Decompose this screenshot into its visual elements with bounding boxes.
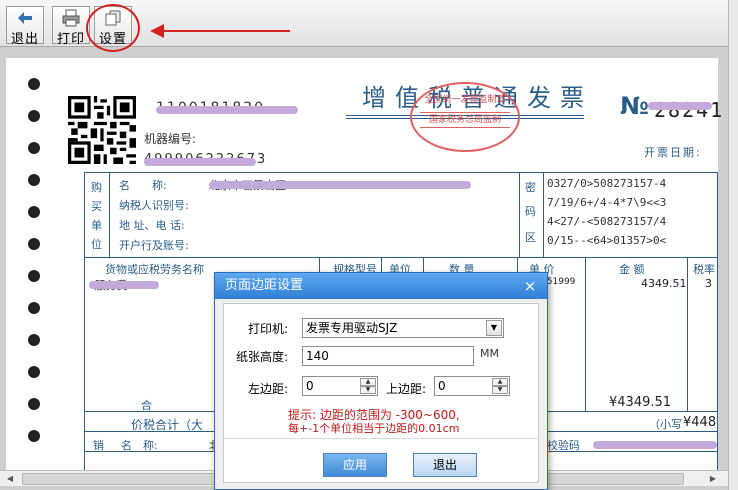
paper-height-input[interactable]	[302, 346, 474, 366]
spin-down-icon[interactable]: ▼	[492, 386, 508, 394]
grand-total-label: 价税合计（大	[131, 418, 204, 432]
small-amount-label: （小写	[649, 418, 682, 431]
print-button-label: 打印	[56, 32, 85, 47]
total-amount: ¥4349.51	[609, 395, 672, 410]
buyer-bank-label: 开户行及账号:	[119, 239, 189, 252]
buyer-taxid-label: 纳税人识别号:	[119, 199, 189, 212]
feed-hole	[28, 398, 40, 410]
redaction-mark	[89, 281, 159, 289]
buyer-side-char: 买	[91, 200, 102, 213]
buyer-name-label: 名 称:	[119, 179, 167, 192]
highlight-circle	[86, 4, 140, 52]
feed-hole	[28, 174, 40, 186]
machine-no-label: 机器编号:	[144, 132, 197, 146]
feed-hole	[28, 142, 40, 154]
cipher-side-char: 密	[525, 181, 536, 194]
dialog-divider	[224, 438, 538, 439]
buyer-side-char: 单	[91, 219, 102, 232]
printer-select-value: 发票专用驱动SJZ	[306, 321, 398, 335]
scroll-right-arrow-icon[interactable]: ▶	[706, 473, 720, 484]
feed-hole	[28, 78, 40, 90]
col-header-amount: 金 额	[619, 263, 645, 276]
left-margin-value: 0	[306, 379, 314, 393]
back-arrow-icon	[7, 9, 43, 27]
margin-settings-dialog: 页面边距设置 × 打印机: 发票专用驱动SJZ ▼ 纸张高度: MM 左边距: …	[214, 272, 548, 490]
top-margin-label: 上边距:	[386, 382, 427, 396]
annotation-arrow-line	[162, 30, 290, 32]
total-label: 合	[141, 399, 152, 412]
top-margin-stepper[interactable]: 0 ▲ ▼	[434, 376, 510, 396]
top-margin-value: 0	[438, 379, 446, 393]
col-header-tax-rate: 税率	[693, 263, 715, 276]
col-header-name: 货物或应税劳务名称	[105, 263, 204, 276]
feed-hole	[28, 366, 40, 378]
redaction-mark	[144, 158, 256, 166]
redaction-mark	[209, 181, 471, 189]
printer-label: 打印机:	[248, 322, 289, 336]
buyer-address-label: 地 址、电 话:	[119, 219, 185, 232]
seller-side-char: 销	[93, 439, 104, 452]
left-margin-stepper[interactable]: 0 ▲ ▼	[302, 376, 378, 396]
hint-line-2: 每+-1个单位相当于边距的0.01cm	[288, 422, 460, 435]
check-code-label: 校验码	[547, 439, 580, 452]
spin-up-icon[interactable]: ▲	[492, 378, 508, 386]
printer-select[interactable]: 发票专用驱动SJZ ▼	[302, 318, 504, 338]
issue-date-label: 开票日期:	[644, 146, 702, 159]
redaction-mark	[648, 102, 712, 110]
chevron-down-icon[interactable]: ▼	[486, 320, 502, 336]
seller-name-label: 名 称:	[121, 439, 158, 452]
small-amount: ¥448	[683, 415, 717, 430]
spin-up-icon[interactable]: ▲	[360, 378, 376, 386]
tax-seal-stamp: 全国统一发票监制章 国家税务总局监制	[410, 82, 520, 152]
cipher-side-char: 码	[525, 205, 536, 218]
paper-height-unit: MM	[480, 347, 499, 360]
cipher-line: 7/19/6+/4-4*7\9<<3	[547, 196, 667, 209]
vertical-scrollbar[interactable]	[728, 0, 738, 490]
exit-button-label: 退出	[10, 32, 39, 47]
number-symbol: №	[620, 92, 649, 120]
cipher-line: 0327/0>508273157-4	[547, 177, 667, 190]
feed-hole	[28, 206, 40, 218]
buyer-side-char: 位	[91, 238, 102, 251]
feed-hole	[28, 430, 40, 442]
apply-button[interactable]: 应用	[323, 453, 387, 477]
item-tax-rate: 3	[705, 277, 712, 290]
feed-hole	[28, 334, 40, 346]
dialog-title: 页面边距设置	[215, 273, 547, 299]
cipher-line: 4<27/-<508273157/4	[547, 215, 667, 228]
paper-height-label: 纸张高度:	[236, 350, 289, 364]
exit-dialog-button[interactable]: 退出	[413, 453, 477, 477]
feed-hole	[28, 270, 40, 282]
buyer-side-char: 购	[91, 181, 102, 194]
scroll-left-arrow-icon[interactable]: ◀	[3, 473, 17, 484]
close-icon[interactable]: ×	[521, 276, 539, 296]
feed-hole	[28, 110, 40, 122]
printer-icon	[53, 9, 89, 27]
left-margin-label: 左边距:	[248, 382, 289, 396]
feed-hole	[28, 238, 40, 250]
print-button[interactable]: 打印	[52, 6, 90, 47]
item-amount: 4349.51	[641, 277, 687, 290]
seal-bottom-text: 国家税务总局监制	[420, 112, 510, 128]
qr-code-icon	[68, 96, 136, 164]
exit-button[interactable]: 退出	[6, 6, 44, 47]
spin-down-icon[interactable]: ▼	[360, 386, 376, 394]
cipher-side-char: 区	[525, 231, 536, 244]
redaction-mark	[593, 441, 717, 449]
feed-hole	[28, 302, 40, 314]
redaction-mark	[156, 106, 298, 114]
seal-top-text: 全国统一发票监制章	[424, 95, 506, 105]
cipher-line: 0/15--<64>01357>0<	[547, 234, 667, 247]
